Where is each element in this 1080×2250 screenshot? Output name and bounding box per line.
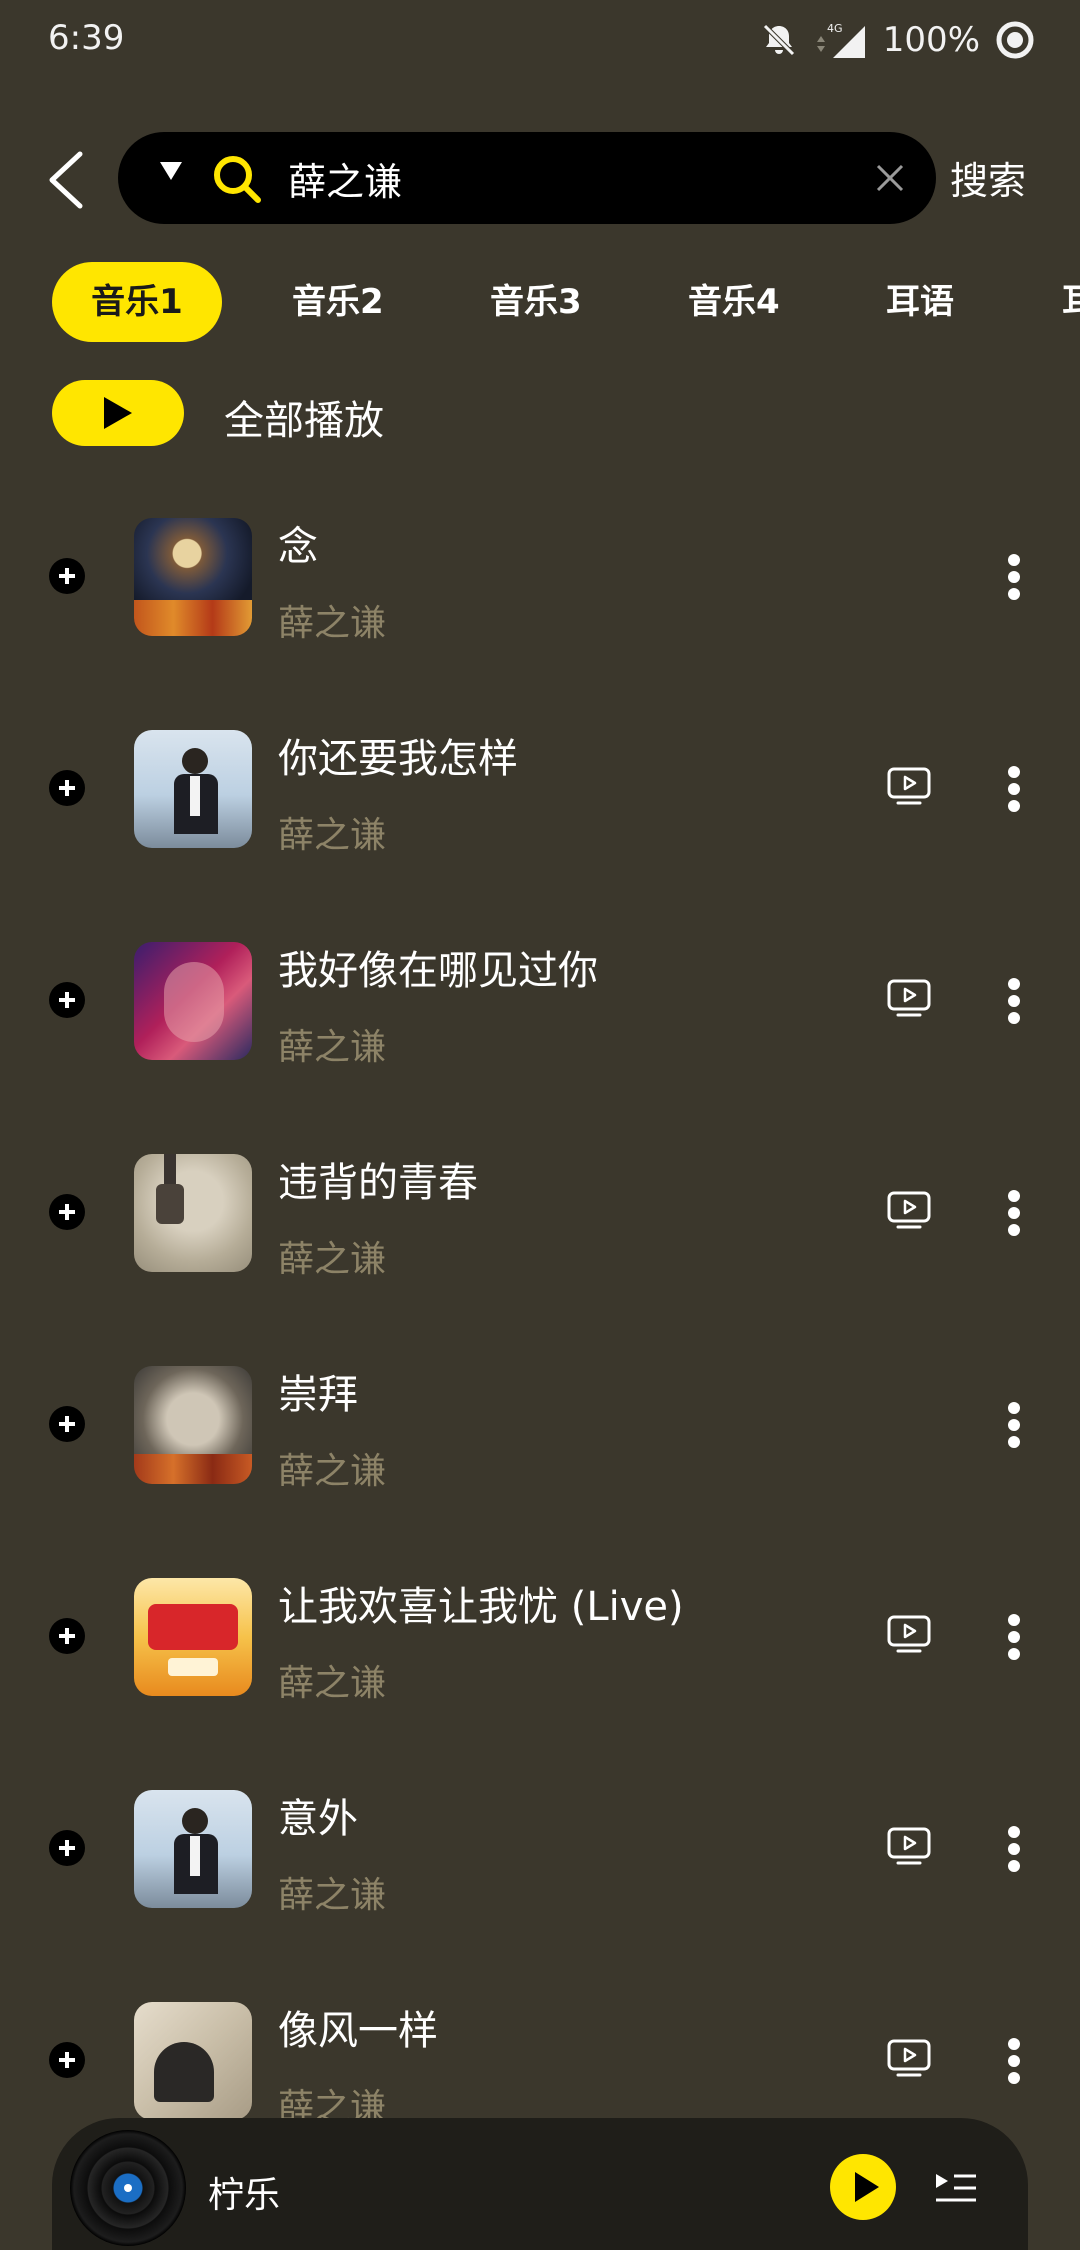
song-artist: 薛之谦 xyxy=(278,1875,387,1916)
tab-partial[interactable]: 耳 xyxy=(1062,262,1080,342)
song-title: 我好像在哪见过你 xyxy=(278,948,598,994)
song-row[interactable]: 意外 薛之谦 xyxy=(0,1742,1080,1954)
song-row[interactable]: 违背的青春 薛之谦 xyxy=(0,1106,1080,1318)
add-icon[interactable] xyxy=(49,1406,85,1442)
mv-video-icon[interactable] xyxy=(886,766,932,808)
play-icon xyxy=(855,2172,879,2202)
mini-player-play-button[interactable] xyxy=(830,2154,896,2220)
search-icon xyxy=(214,156,261,203)
mv-video-icon[interactable] xyxy=(886,1826,932,1868)
album-cover xyxy=(134,1366,252,1484)
song-row[interactable]: 让我欢喜让我忧 (Live) 薛之谦 xyxy=(0,1530,1080,1742)
add-icon[interactable] xyxy=(49,1194,85,1230)
song-title: 让我欢喜让我忧 (Live) xyxy=(278,1584,684,1630)
add-icon[interactable] xyxy=(49,982,85,1018)
song-artist: 薛之谦 xyxy=(278,1663,387,1704)
song-title: 崇拜 xyxy=(278,1372,358,1418)
battery-ring-icon xyxy=(996,21,1034,59)
mv-video-icon[interactable] xyxy=(886,1614,932,1656)
signal-4g-icon: 4G xyxy=(816,22,865,58)
song-title: 念 xyxy=(278,524,318,570)
album-cover xyxy=(134,1790,252,1908)
album-cover xyxy=(134,730,252,848)
search-button[interactable]: 搜索 xyxy=(950,150,1026,205)
status-bar: 6:39 4G 100% xyxy=(0,0,1080,80)
battery-percent: 100% xyxy=(882,20,980,60)
tab-music-2[interactable]: 音乐2 xyxy=(292,262,384,342)
tab-music-4[interactable]: 音乐4 xyxy=(688,262,780,342)
search-scope-dropdown-icon[interactable] xyxy=(160,162,182,180)
song-artist: 薛之谦 xyxy=(278,815,387,856)
song-artist: 薛之谦 xyxy=(278,1027,387,1068)
status-time: 6:39 xyxy=(48,18,125,58)
song-row[interactable]: 念 薛之谦 xyxy=(0,470,1080,682)
more-options-icon[interactable] xyxy=(996,974,1032,1028)
mv-video-icon[interactable] xyxy=(886,2038,932,2080)
album-cover xyxy=(134,1578,252,1696)
play-icon xyxy=(104,397,132,429)
mute-bell-icon xyxy=(763,24,795,56)
mv-video-icon[interactable] xyxy=(886,1190,932,1232)
album-cover xyxy=(134,2002,252,2120)
song-artist: 薛之谦 xyxy=(278,1451,387,1492)
clear-icon[interactable] xyxy=(870,158,910,198)
more-options-icon[interactable] xyxy=(996,1186,1032,1240)
song-row[interactable]: 崇拜 薛之谦 xyxy=(0,1318,1080,1530)
tab-whisper[interactable]: 耳语 xyxy=(886,262,954,342)
add-icon[interactable] xyxy=(49,1618,85,1654)
song-artist: 薛之谦 xyxy=(278,603,387,644)
more-options-icon[interactable] xyxy=(996,762,1032,816)
song-title: 你还要我怎样 xyxy=(278,736,518,782)
more-options-icon[interactable] xyxy=(996,550,1032,604)
more-options-icon[interactable] xyxy=(996,2034,1032,2088)
more-options-icon[interactable] xyxy=(996,1610,1032,1664)
add-icon[interactable] xyxy=(49,770,85,806)
play-all-button[interactable] xyxy=(52,380,184,446)
search-box[interactable] xyxy=(118,132,936,224)
category-tabs: 音乐1 音乐2 音乐3 音乐4 耳语 耳 xyxy=(52,262,1080,342)
album-cover xyxy=(134,942,252,1060)
song-row[interactable]: 你还要我怎样 薛之谦 xyxy=(0,682,1080,894)
disc-center-dot xyxy=(124,2184,132,2192)
playlist-icon[interactable] xyxy=(932,2168,980,2208)
more-options-icon[interactable] xyxy=(996,1398,1032,1452)
tab-music-3[interactable]: 音乐3 xyxy=(490,262,582,342)
more-options-icon[interactable] xyxy=(996,1822,1032,1876)
status-icons: 4G 100% xyxy=(759,16,1036,64)
network-type-label: 4G xyxy=(827,22,843,35)
song-artist: 薛之谦 xyxy=(278,1239,387,1280)
back-arrow-icon[interactable] xyxy=(40,148,96,212)
song-title: 意外 xyxy=(278,1796,358,1842)
album-cover xyxy=(134,518,252,636)
search-input[interactable] xyxy=(288,132,828,224)
song-row[interactable]: 我好像在哪见过你 薛之谦 xyxy=(0,894,1080,1106)
screen: 6:39 4G 100% 薛之谦 搜索 音乐1 音乐2 音乐3 音乐4 耳语 耳… xyxy=(0,0,1080,2250)
add-icon[interactable] xyxy=(49,2042,85,2078)
now-playing-label[interactable]: 柠乐 xyxy=(208,2166,280,2218)
tab-music-1[interactable]: 音乐1 xyxy=(52,262,222,342)
mv-video-icon[interactable] xyxy=(886,978,932,1020)
song-title: 像风一样 xyxy=(278,2008,438,2054)
album-cover xyxy=(134,1154,252,1272)
add-icon[interactable] xyxy=(49,1830,85,1866)
play-all-label[interactable]: 全部播放 xyxy=(224,388,384,446)
add-icon[interactable] xyxy=(49,558,85,594)
song-title: 违背的青春 xyxy=(278,1160,478,1206)
